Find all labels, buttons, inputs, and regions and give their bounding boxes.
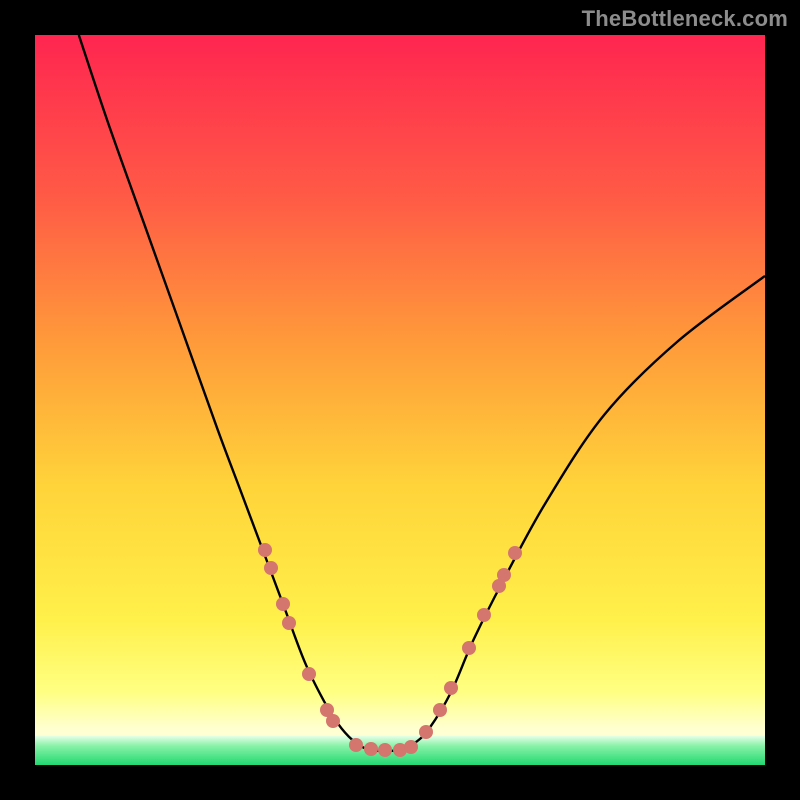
data-marker (508, 546, 522, 560)
data-marker (477, 608, 491, 622)
data-marker (378, 743, 392, 757)
marker-layer (35, 35, 765, 765)
data-marker (419, 725, 433, 739)
data-marker (302, 667, 316, 681)
data-marker (282, 616, 296, 630)
data-marker (404, 740, 418, 754)
data-marker (462, 641, 476, 655)
data-marker (326, 714, 340, 728)
data-marker (264, 561, 278, 575)
data-marker (444, 681, 458, 695)
watermark-text: TheBottleneck.com (582, 6, 788, 32)
data-marker (364, 742, 378, 756)
data-marker (497, 568, 511, 582)
data-marker (433, 703, 447, 717)
chart-stage: TheBottleneck.com (0, 0, 800, 800)
data-marker (258, 543, 272, 557)
data-marker (276, 597, 290, 611)
data-marker (349, 738, 363, 752)
plot-area (35, 35, 765, 765)
